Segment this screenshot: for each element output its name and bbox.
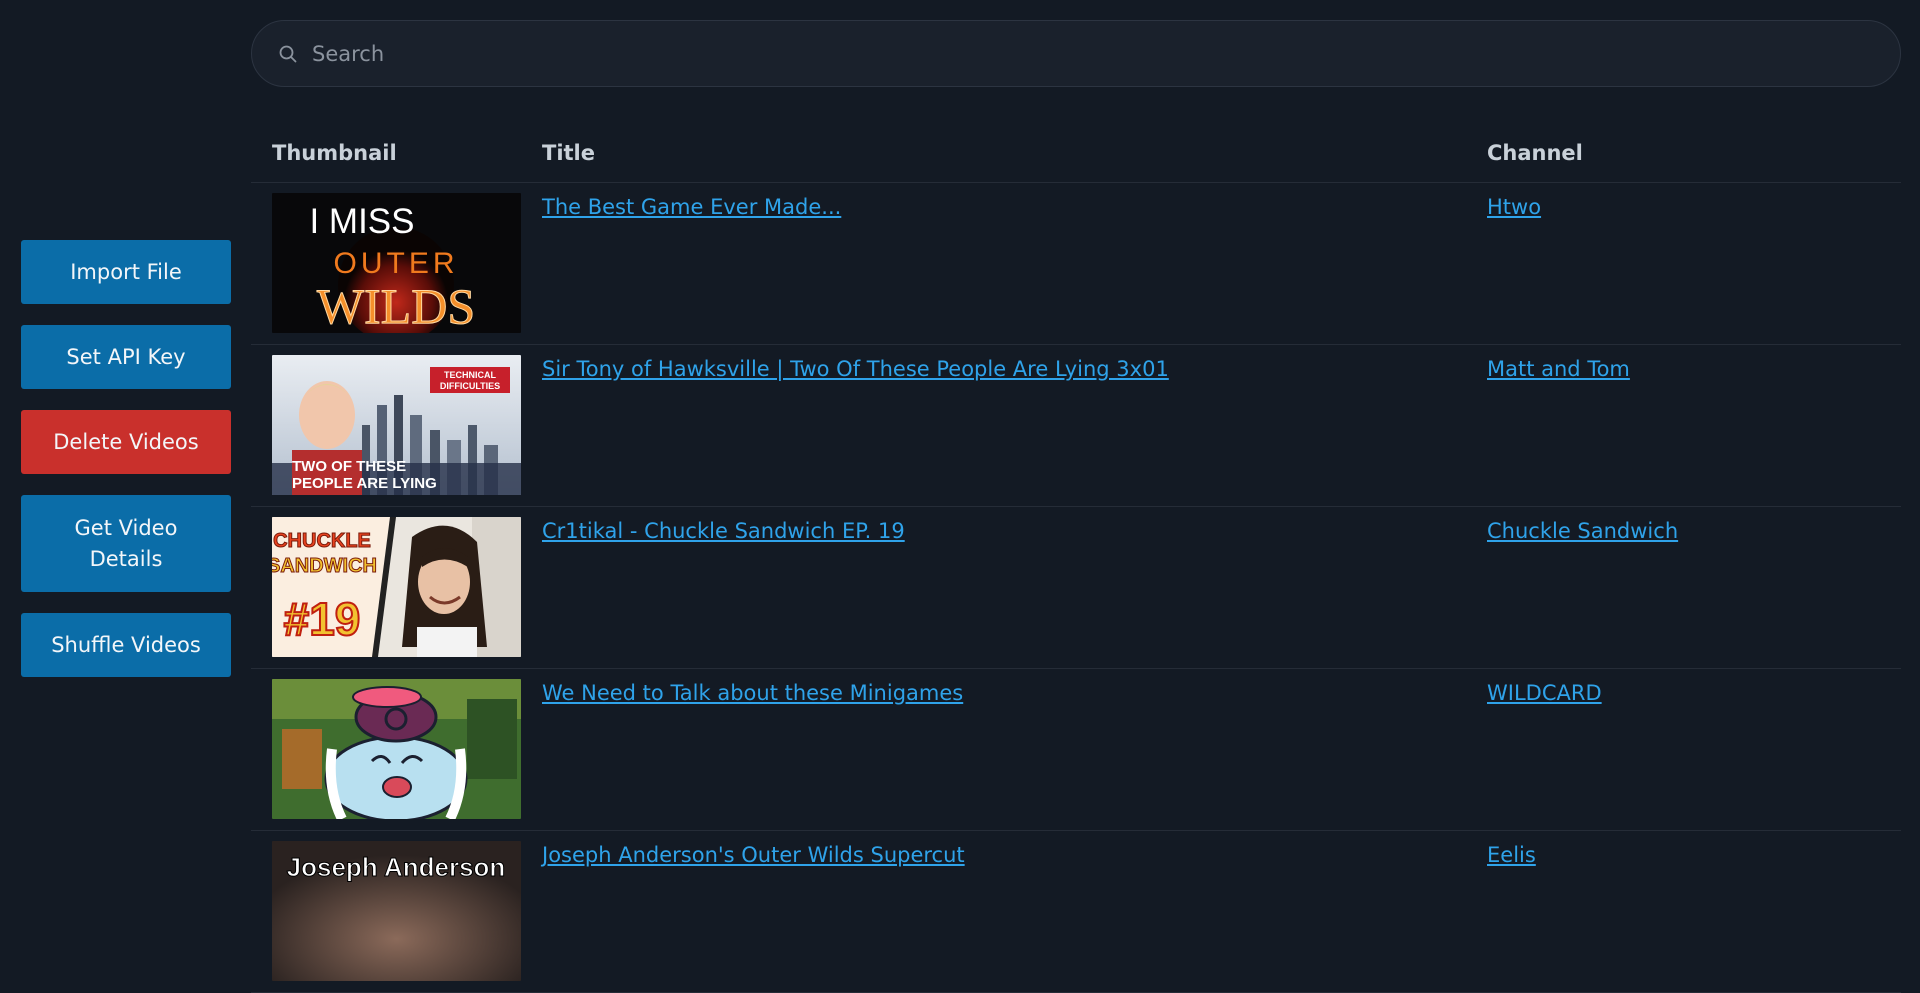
sidebar: Import File Set API Key Delete Videos Ge… xyxy=(21,240,231,677)
channel-column-header[interactable]: Channel xyxy=(1487,139,1901,183)
video-thumbnail: I MISS OUTER WILDS xyxy=(272,192,521,333)
video-title-link[interactable]: Joseph Anderson's Outer Wilds Supercut xyxy=(542,843,965,867)
video-title-link[interactable]: Cr1tikal - Chuckle Sandwich EP. 19 xyxy=(542,519,905,543)
table-header-row: Thumbnail Title Channel xyxy=(251,139,1901,183)
shuffle-videos-button[interactable]: Shuffle Videos xyxy=(21,613,231,677)
video-thumbnail: TECHNICAL DIFFICULTIES TWO OF THESE PEOP… xyxy=(272,354,521,495)
videos-table: Thumbnail Title Channel I MISS OUTER WIL… xyxy=(251,139,1901,993)
channel-link[interactable]: Matt and Tom xyxy=(1487,357,1630,381)
thumbnail-caption: DIFFICULTIES xyxy=(440,381,500,391)
get-video-details-button[interactable]: Get Video Details xyxy=(21,495,231,592)
table-row: CHUCKLE SANDWICH #19 Cr1tikal - Chuckle … xyxy=(251,506,1901,669)
thumbnail-caption: SANDWICH xyxy=(272,555,377,577)
thumbnail-caption: TECHNICAL xyxy=(444,370,496,380)
video-title-link[interactable]: We Need to Talk about these Minigames xyxy=(542,681,963,705)
table-row: TECHNICAL DIFFICULTIES TWO OF THESE PEOP… xyxy=(251,344,1901,507)
search-bar[interactable] xyxy=(251,20,1901,87)
set-api-key-button[interactable]: Set API Key xyxy=(21,325,231,389)
video-title-link[interactable]: The Best Game Ever Made... xyxy=(542,195,841,219)
import-file-button[interactable]: Import File xyxy=(21,240,231,304)
thumbnail-caption: WILDS xyxy=(317,278,475,333)
thumbnail-caption: TWO OF THESE xyxy=(292,458,406,475)
thumbnail-caption: PEOPLE ARE LYING xyxy=(292,475,437,492)
thumbnail-caption: #19 xyxy=(284,593,361,645)
channel-link[interactable]: Htwo xyxy=(1487,195,1541,219)
thumbnail-caption: I MISS xyxy=(309,202,414,241)
table-row: We Need to Talk about these Minigames WI… xyxy=(251,668,1901,831)
video-title-link[interactable]: Sir Tony of Hawksville | Two Of These Pe… xyxy=(542,357,1169,381)
table-row: Joseph Anderson Joseph Anderson's Outer … xyxy=(251,830,1901,993)
thumbnail-caption: CHUCKLE xyxy=(273,530,371,552)
main-content: Thumbnail Title Channel xyxy=(251,20,1901,993)
channel-link[interactable]: Eelis xyxy=(1487,843,1536,867)
channel-link[interactable]: WILDCARD xyxy=(1487,681,1602,705)
thumbnail-caption: OUTER xyxy=(334,247,459,280)
video-thumbnail: CHUCKLE SANDWICH #19 xyxy=(272,516,521,657)
search-input[interactable] xyxy=(312,33,1900,74)
delete-videos-button[interactable]: Delete Videos xyxy=(21,410,231,474)
table-row: I MISS OUTER WILDS The Best Game Ever Ma… xyxy=(251,182,1901,345)
thumbnail-column-header[interactable]: Thumbnail xyxy=(251,139,542,183)
video-thumbnail xyxy=(272,678,521,819)
title-column-header[interactable]: Title xyxy=(542,139,1487,183)
video-thumbnail: Joseph Anderson xyxy=(272,840,521,981)
search-icon xyxy=(279,45,297,62)
channel-link[interactable]: Chuckle Sandwich xyxy=(1487,519,1678,543)
thumbnail-caption: Joseph Anderson xyxy=(287,852,506,882)
